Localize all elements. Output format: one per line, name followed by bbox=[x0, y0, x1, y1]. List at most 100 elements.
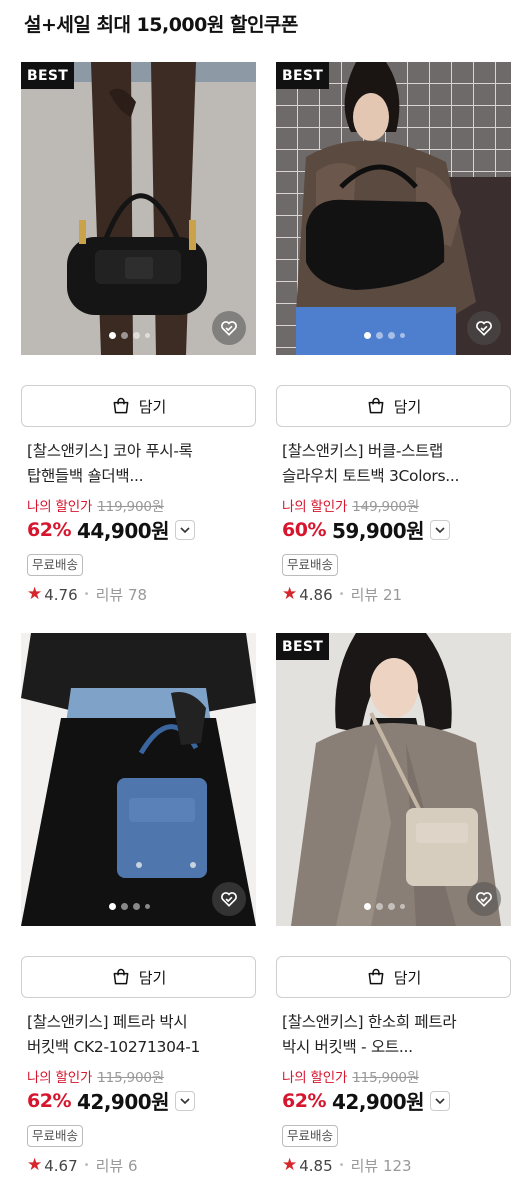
sale-price: 42,900원 bbox=[331, 1090, 425, 1114]
product-name-line: [찰스앤키스] 코아 푸시-록 bbox=[27, 442, 193, 460]
star-icon: ★ bbox=[27, 1155, 43, 1175]
shopping-bag-icon bbox=[368, 968, 384, 985]
separator-dot: • bbox=[83, 589, 90, 600]
rating-row: ★ 4.67 • 리뷰 6 bbox=[27, 1155, 138, 1176]
product-name[interactable]: [찰스앤키스] 페트라 박시 버킷백 CK2-10271304-1 bbox=[27, 1010, 252, 1060]
product-name[interactable]: [찰스앤키스] 한소희 페트라 박시 버킷백 - 오트... bbox=[282, 1010, 507, 1060]
cart-label: 담기 bbox=[393, 968, 422, 987]
oat-bucket-bag-image bbox=[276, 633, 511, 926]
shopping-bag-icon bbox=[113, 397, 129, 414]
rating-value: 4.86 bbox=[299, 585, 333, 604]
free-shipping-badge: 무료배송 bbox=[282, 1125, 339, 1147]
sale-price: 59,900원 bbox=[331, 519, 425, 543]
product-name-line: 슬라우치 토트백 3Colors... bbox=[282, 467, 460, 485]
image-carousel-dots bbox=[109, 903, 150, 910]
product-card[interactable]: BEST 담기 [찰스앤키스] 버클-스트랩 슬라우치 토트백 3Colors.… bbox=[276, 62, 511, 604]
chevron-down-icon bbox=[435, 1097, 445, 1104]
add-to-cart-button[interactable]: 담기 bbox=[21, 385, 256, 427]
cart-label: 담기 bbox=[138, 397, 167, 416]
price-row: 60% 59,900원 bbox=[282, 515, 451, 544]
product-image[interactable] bbox=[21, 633, 256, 926]
carousel-dot bbox=[133, 332, 140, 339]
rating-row: ★ 4.85 • 리뷰 123 bbox=[282, 1155, 412, 1176]
heart-check-icon bbox=[221, 892, 237, 907]
discount-rate: 62% bbox=[27, 518, 71, 541]
sale-price: 44,900원 bbox=[76, 519, 170, 543]
carousel-dot bbox=[376, 903, 383, 910]
original-price: 119,900원 bbox=[97, 499, 164, 515]
add-to-cart-button[interactable]: 담기 bbox=[21, 956, 256, 998]
rating-value: 4.67 bbox=[44, 1156, 78, 1175]
carousel-dot bbox=[376, 332, 383, 339]
heart-check-icon bbox=[221, 321, 237, 336]
product-card[interactable]: BEST 담기 [찰스앤키스] 코아 푸시-록 탑핸들백 숄더백... 나의 할… bbox=[21, 62, 256, 604]
carousel-dot bbox=[145, 333, 150, 338]
carousel-dot bbox=[388, 903, 395, 910]
free-shipping-badge: 무료배송 bbox=[27, 554, 84, 576]
product-name[interactable]: [찰스앤키스] 코아 푸시-록 탑핸들백 숄더백... bbox=[27, 439, 252, 489]
rating-value: 4.76 bbox=[44, 585, 78, 604]
carousel-dot bbox=[364, 903, 371, 910]
review-label: 리뷰 bbox=[350, 586, 379, 604]
wishlist-button[interactable] bbox=[212, 882, 246, 916]
separator-dot: • bbox=[83, 1160, 90, 1171]
product-card[interactable]: BEST 담기 [찰스앤키스] 한소희 페트라 박시 버킷백 - 오트... 나… bbox=[276, 633, 511, 1175]
product-image[interactable]: BEST bbox=[276, 633, 511, 926]
chevron-down-icon bbox=[435, 526, 445, 533]
carousel-dot bbox=[121, 332, 128, 339]
review-count: 21 bbox=[382, 585, 403, 604]
best-badge: BEST bbox=[276, 633, 330, 660]
price-row: 62% 42,900원 bbox=[27, 1086, 196, 1115]
separator-dot: • bbox=[338, 589, 345, 600]
free-shipping-badge: 무료배송 bbox=[282, 554, 339, 576]
product-card[interactable]: 담기 [찰스앤키스] 페트라 박시 버킷백 CK2-10271304-1 나의 … bbox=[21, 633, 256, 1175]
product-name-line: 박시 버킷백 - 오트... bbox=[282, 1038, 413, 1056]
wishlist-button[interactable] bbox=[212, 311, 246, 345]
price-label-row: 나의 할인가 149,900원 bbox=[282, 495, 419, 515]
add-to-cart-button[interactable]: 담기 bbox=[276, 385, 511, 427]
product-image[interactable]: BEST bbox=[21, 62, 256, 355]
black-shoulder-bag-image bbox=[21, 62, 256, 355]
carousel-dot bbox=[109, 903, 116, 910]
carousel-dot bbox=[364, 332, 371, 339]
shopping-bag-icon bbox=[368, 397, 384, 414]
discount-rate: 60% bbox=[282, 518, 326, 541]
my-price-label: 나의 할인가 bbox=[282, 1070, 348, 1086]
denim-bucket-bag-image bbox=[21, 633, 256, 926]
original-price: 149,900원 bbox=[352, 499, 419, 515]
page-title: 설+세일 최대 15,000원 할인쿠폰 bbox=[24, 14, 298, 36]
wishlist-button[interactable] bbox=[467, 311, 501, 345]
product-name-line: [찰스앤키스] 페트라 박시 bbox=[27, 1013, 188, 1031]
discount-rate: 62% bbox=[282, 1089, 326, 1112]
carousel-dot bbox=[133, 903, 140, 910]
image-carousel-dots bbox=[364, 332, 405, 339]
product-name-line: 탑핸들백 숄더백... bbox=[27, 467, 144, 485]
price-detail-toggle[interactable] bbox=[175, 1090, 196, 1111]
wishlist-button[interactable] bbox=[467, 882, 501, 916]
carousel-dot bbox=[145, 904, 150, 909]
product-name-line: [찰스앤키스] 버클-스트랩 bbox=[282, 442, 444, 460]
price-detail-toggle[interactable] bbox=[430, 519, 451, 540]
product-name-line: [찰스앤키스] 한소희 페트라 bbox=[282, 1013, 457, 1031]
review-label: 리뷰 bbox=[95, 1157, 124, 1175]
price-detail-toggle[interactable] bbox=[430, 1090, 451, 1111]
free-shipping-badge: 무료배송 bbox=[27, 1125, 84, 1147]
rating-row: ★ 4.76 • 리뷰 78 bbox=[27, 584, 147, 605]
best-badge: BEST bbox=[21, 62, 75, 89]
product-image[interactable]: BEST bbox=[276, 62, 511, 355]
cart-label: 담기 bbox=[138, 968, 167, 987]
chevron-down-icon bbox=[180, 526, 190, 533]
product-name[interactable]: [찰스앤키스] 버클-스트랩 슬라우치 토트백 3Colors... bbox=[282, 439, 507, 489]
carousel-dot bbox=[109, 332, 116, 339]
chevron-down-icon bbox=[180, 1097, 190, 1104]
star-icon: ★ bbox=[282, 584, 298, 604]
price-row: 62% 44,900원 bbox=[27, 515, 196, 544]
rating-value: 4.85 bbox=[299, 1156, 333, 1175]
price-detail-toggle[interactable] bbox=[175, 519, 196, 540]
my-price-label: 나의 할인가 bbox=[282, 499, 348, 515]
carousel-dot bbox=[388, 332, 395, 339]
original-price: 115,900원 bbox=[97, 1070, 164, 1086]
add-to-cart-button[interactable]: 담기 bbox=[276, 956, 511, 998]
review-label: 리뷰 bbox=[95, 586, 124, 604]
price-row: 62% 42,900원 bbox=[282, 1086, 451, 1115]
